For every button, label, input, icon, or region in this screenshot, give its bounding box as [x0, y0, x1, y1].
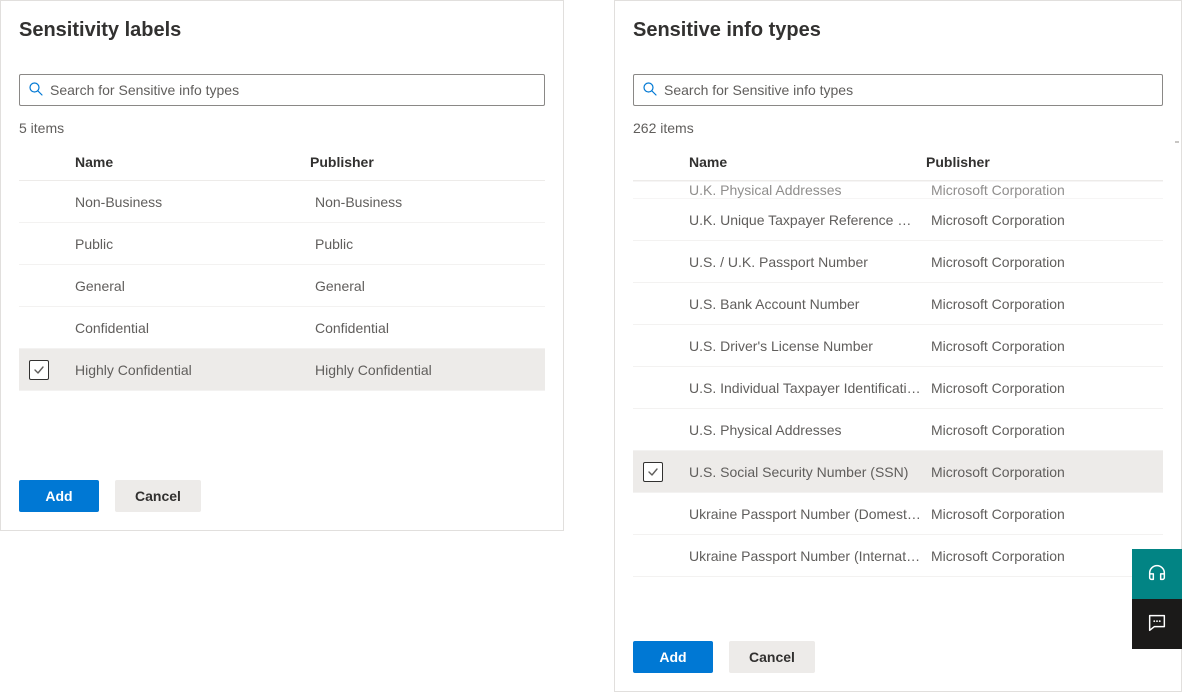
row-publisher: Microsoft Corporation	[931, 338, 1163, 354]
table-header: Name Publisher	[19, 154, 545, 181]
row-publisher: Microsoft Corporation	[931, 182, 1163, 198]
add-button[interactable]: Add	[633, 641, 713, 673]
search-box[interactable]	[19, 74, 545, 106]
search-input[interactable]	[658, 82, 1154, 98]
row-publisher: Public	[315, 236, 545, 252]
row-publisher: Microsoft Corporation	[931, 254, 1163, 270]
sensitivity-labels-panel: Sensitivity labels 5 items Name Publishe…	[0, 0, 564, 531]
row-name: U.K. Physical Addresses	[689, 182, 931, 198]
checkbox[interactable]	[643, 462, 663, 482]
row-name: Non-Business	[75, 194, 315, 210]
row-publisher: Microsoft Corporation	[931, 422, 1163, 438]
table-row[interactable]: U.S. Individual Taxpayer Identification …	[633, 367, 1163, 409]
table-row[interactable]: U.S. Bank Account NumberMicrosoft Corpor…	[633, 283, 1163, 325]
column-header-publisher[interactable]: Publisher	[926, 154, 1163, 170]
table-row[interactable]: GeneralGeneral	[19, 265, 545, 307]
row-name: Ukraine Passport Number (Domestic)	[689, 506, 931, 522]
table-row[interactable]: U.S. / U.K. Passport NumberMicrosoft Cor…	[633, 241, 1163, 283]
panel-title: Sensitive info types	[633, 19, 1163, 42]
column-header-name[interactable]: Name	[75, 154, 310, 170]
panel-title: Sensitivity labels	[19, 19, 545, 42]
table-row[interactable]: U.S. Physical AddressesMicrosoft Corpora…	[633, 409, 1163, 451]
row-name: U.S. Driver's License Number	[689, 338, 931, 354]
row-name: U.S. Individual Taxpayer Identification …	[689, 380, 931, 396]
row-name: Confidential	[75, 320, 315, 336]
chat-icon	[1146, 612, 1168, 637]
table-row[interactable]: Non-BusinessNon-Business	[19, 181, 545, 223]
table-row[interactable]: Highly ConfidentialHighly Confidential	[19, 349, 545, 391]
row-name: U.S. Bank Account Number	[689, 296, 931, 312]
checkbox[interactable]	[29, 360, 49, 380]
sensitive-info-types-panel: Sensitive info types 262 items Name Publ…	[614, 0, 1182, 692]
search-icon	[642, 81, 658, 100]
row-name: Ukraine Passport Number (International)	[689, 548, 931, 564]
row-publisher: Microsoft Corporation	[931, 506, 1163, 522]
table-row[interactable]: ConfidentialConfidential	[19, 307, 545, 349]
row-publisher: Microsoft Corporation	[931, 548, 1163, 564]
table-row[interactable]: U.K. Physical AddressesMicrosoft Corpora…	[633, 181, 1163, 199]
feedback-button[interactable]	[1132, 599, 1182, 649]
table-row[interactable]: Ukraine Passport Number (Domestic)Micros…	[633, 493, 1163, 535]
add-button[interactable]: Add	[19, 480, 99, 512]
item-count: 262 items	[633, 120, 1163, 136]
table-row[interactable]: U.K. Unique Taxpayer Reference NumberMic…	[633, 199, 1163, 241]
row-publisher: Microsoft Corporation	[931, 464, 1163, 480]
row-name: U.S. / U.K. Passport Number	[689, 254, 931, 270]
row-publisher: Microsoft Corporation	[931, 296, 1163, 312]
row-name: U.S. Physical Addresses	[689, 422, 931, 438]
table-row[interactable]: Ukraine Passport Number (International)M…	[633, 535, 1163, 577]
table-row[interactable]: U.S. Driver's License NumberMicrosoft Co…	[633, 325, 1163, 367]
search-icon	[28, 81, 44, 100]
item-count: 5 items	[19, 120, 545, 136]
row-publisher: Confidential	[315, 320, 545, 336]
row-publisher: General	[315, 278, 545, 294]
row-name: Public	[75, 236, 315, 252]
headset-icon	[1146, 562, 1168, 587]
search-box[interactable]	[633, 74, 1163, 106]
row-name: General	[75, 278, 315, 294]
column-header-publisher[interactable]: Publisher	[310, 154, 545, 170]
help-button[interactable]	[1132, 549, 1182, 599]
table-header: Name Publisher	[633, 154, 1163, 181]
row-name: U.S. Social Security Number (SSN)	[689, 464, 931, 480]
row-name: Highly Confidential	[75, 362, 315, 378]
column-header-name[interactable]: Name	[689, 154, 926, 170]
table-row[interactable]: U.S. Social Security Number (SSN)Microso…	[633, 451, 1163, 493]
row-publisher: Non-Business	[315, 194, 545, 210]
row-publisher: Highly Confidential	[315, 362, 545, 378]
scrollbar-indicator[interactable]	[1175, 141, 1179, 143]
row-publisher: Microsoft Corporation	[931, 212, 1163, 228]
table-row[interactable]: PublicPublic	[19, 223, 545, 265]
row-name: U.K. Unique Taxpayer Reference Number	[689, 212, 931, 228]
cancel-button[interactable]: Cancel	[115, 480, 201, 512]
row-publisher: Microsoft Corporation	[931, 380, 1163, 396]
search-input[interactable]	[44, 82, 536, 98]
cancel-button[interactable]: Cancel	[729, 641, 815, 673]
